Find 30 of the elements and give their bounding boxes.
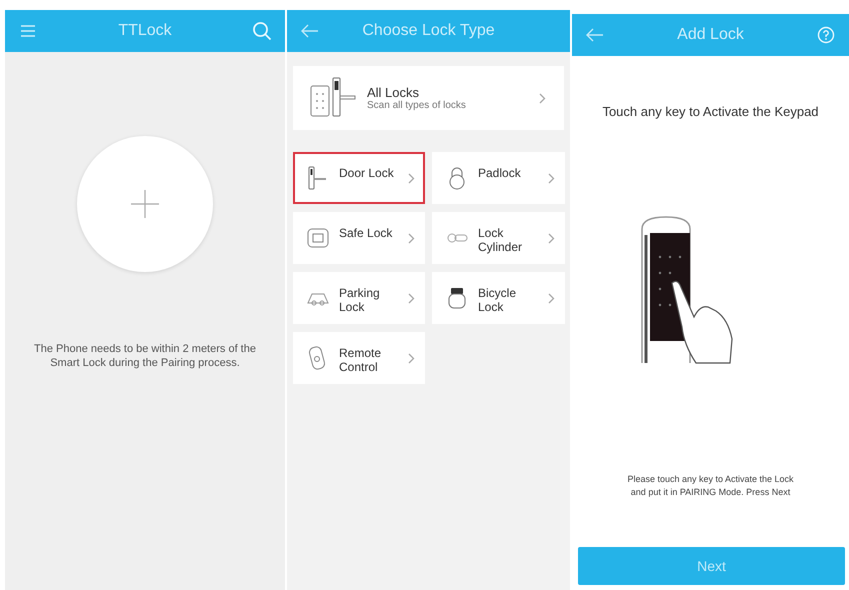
back-arrow-icon[interactable] (301, 24, 319, 38)
help-icon[interactable] (817, 26, 835, 44)
chevron-icon (408, 232, 415, 244)
screen-title: Add Lock (676, 26, 745, 44)
chevron-icon (539, 92, 546, 104)
back-arrow-icon[interactable] (586, 28, 604, 42)
search-icon[interactable] (252, 21, 272, 41)
chevron-icon (408, 172, 415, 184)
screen-title: TTLock (117, 22, 173, 40)
lock-type-tile[interactable]: Lock Cylinder (432, 212, 565, 264)
lock-type-tile[interactable]: Padlock (432, 152, 565, 204)
plus-icon (130, 189, 160, 219)
chevron-icon (408, 352, 415, 364)
chevron-icon (548, 172, 555, 184)
tile-subtitle: Scan all types of locks (367, 100, 467, 111)
instruction-heading: Touch any key to Activate the Keypad (601, 104, 820, 119)
lock-type-tile[interactable]: Remote Control (293, 332, 425, 384)
chevron-icon (408, 292, 415, 304)
chevron-icon (548, 232, 555, 244)
lock-type-tile[interactable]: Door Lock (293, 152, 425, 204)
tile-title: All Locks (367, 85, 420, 100)
screen-title: Choose Lock Type (361, 22, 496, 40)
lock-type-tile[interactable]: Parking Lock (293, 272, 425, 324)
lock-type-tile[interactable]: Safe Lock (293, 212, 425, 264)
chevron-icon (548, 292, 555, 304)
menu-icon[interactable] (20, 24, 36, 38)
all-locks-tile[interactable]: All Locks Scan all types of locks (293, 66, 564, 130)
pairing-instruction: Please touch any key to Activate the Lock and put it in PAIRING Mode. Press Next (626, 473, 795, 499)
pairing-hint: The Phone needs to be within 2 meters of the Smart Lock during the Pairing process. (33, 342, 257, 370)
lock-type-tile[interactable]: Bicycle Lock (432, 272, 565, 324)
